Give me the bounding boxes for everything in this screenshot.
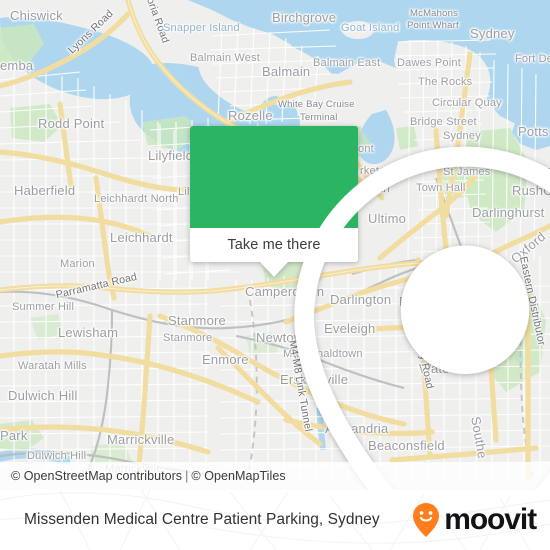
map-attribution: © OpenStreetMap contributors | © OpenMapTi… — [0, 462, 550, 490]
map-canvas[interactable]: Chiswick Lyons Road Victoria Road Snapper I… — [0, 0, 550, 490]
moovit-wordmark: moovit — [444, 503, 537, 536]
popup-tail — [259, 261, 289, 277]
moovit-smiley-pin-icon — [413, 503, 440, 537]
location-popup[interactable]: Take me there — [190, 126, 550, 490]
popup-header — [190, 126, 550, 490]
openmaptiles-attribution[interactable]: © OpenMapTiles — [191, 469, 285, 483]
attribution-text: © OpenStreetMap contributors | © OpenMapTi… — [0, 469, 286, 483]
moovit-logo[interactable]: moovit — [411, 502, 537, 538]
map-screenshot: Chiswick Lyons Road Victoria Road Snapper I… — [0, 0, 550, 550]
osm-attribution[interactable]: © OpenStreetMap contributors — [11, 469, 182, 483]
popup-action[interactable]: Take me there — [190, 228, 358, 277]
take-me-there-label: Take me there — [227, 237, 321, 253]
place-title: Missenden Medical Centre Patient Parking… — [24, 511, 380, 528]
footer-bar: Missenden Medical Centre Patient Parking… — [0, 490, 550, 550]
map-pin-icon — [294, 146, 550, 490]
